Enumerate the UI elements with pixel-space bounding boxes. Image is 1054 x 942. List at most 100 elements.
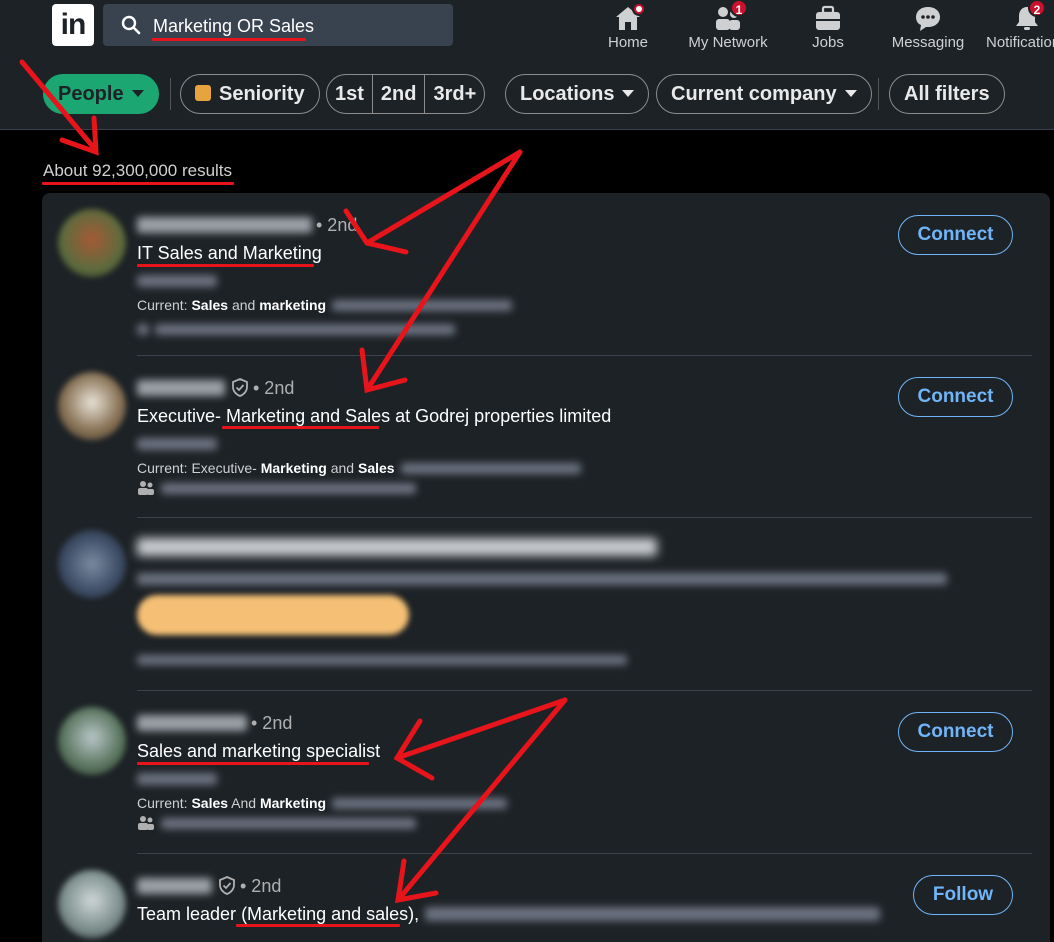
search-input[interactable]: Marketing OR Sales bbox=[153, 16, 314, 37]
current-company-filter-button[interactable]: Current company bbox=[656, 74, 872, 114]
locations-filter-button[interactable]: Locations bbox=[505, 74, 650, 114]
nav-home[interactable]: Home bbox=[600, 0, 656, 58]
current-keyword: Sales bbox=[191, 795, 229, 811]
try-sales-navigator-button[interactable] bbox=[137, 595, 409, 635]
nav-my-network-label: My Network bbox=[688, 34, 768, 51]
home-notification-dot bbox=[632, 2, 646, 16]
follow-button[interactable]: Follow bbox=[913, 875, 1013, 915]
annotation-underline bbox=[137, 762, 369, 765]
current-joiner: And bbox=[228, 795, 260, 811]
connection-degree: • 2nd bbox=[316, 215, 358, 235]
current-keyword: Marketing bbox=[260, 460, 327, 476]
annotation-underline bbox=[152, 38, 306, 41]
blurred-location bbox=[137, 438, 217, 450]
nav-my-network[interactable]: 1 My Network bbox=[684, 0, 772, 58]
premium-icon bbox=[195, 85, 211, 101]
annotation-underline bbox=[42, 182, 234, 185]
chevron-down-icon bbox=[844, 90, 857, 97]
blurred-mutual-text bbox=[155, 324, 455, 335]
blurred-name[interactable] bbox=[137, 878, 212, 894]
result-headline: Sales and marketing specialist bbox=[137, 741, 381, 761]
chevron-down-icon bbox=[131, 90, 144, 97]
blurred-promo-title bbox=[137, 538, 657, 556]
connection-degree-filter: 1st 2nd 3rd+ bbox=[326, 74, 486, 114]
annotation-underline bbox=[236, 924, 400, 927]
result-name-row: • 2nd bbox=[137, 378, 294, 399]
current-keyword: Sales bbox=[357, 460, 395, 476]
result-headline: Executive- Marketing and Sales at Godrej… bbox=[137, 406, 611, 427]
connect-button[interactable]: Connect bbox=[898, 215, 1013, 255]
company-icon bbox=[137, 324, 149, 335]
blurred-promo-text bbox=[137, 573, 947, 585]
blurred-company bbox=[332, 300, 513, 311]
blurred-name[interactable] bbox=[137, 217, 312, 233]
current-prefix: Current: bbox=[137, 297, 192, 313]
promo-compass-icon bbox=[58, 530, 126, 598]
people-icon bbox=[138, 816, 154, 830]
avatar[interactable] bbox=[58, 372, 126, 440]
people-filter-label: People bbox=[58, 83, 124, 105]
blurred-location bbox=[137, 275, 217, 287]
linkedin-logo[interactable]: in bbox=[52, 4, 94, 46]
connect-button[interactable]: Connect bbox=[898, 377, 1013, 417]
avatar[interactable] bbox=[58, 209, 126, 277]
top-navigation: in Marketing OR Sales Home 1 My Network … bbox=[0, 0, 1054, 58]
verified-shield-icon bbox=[232, 378, 248, 397]
current-keyword: marketing bbox=[259, 297, 327, 313]
avatar[interactable] bbox=[58, 707, 126, 775]
connection-degree: • 2nd bbox=[240, 876, 282, 896]
nav-jobs-label: Jobs bbox=[812, 34, 844, 51]
headline-highlight: Marketing and Sales bbox=[226, 406, 391, 426]
current-company-filter-label: Current company bbox=[671, 83, 837, 105]
nav-home-label: Home bbox=[607, 34, 648, 51]
nav-messaging[interactable]: Messaging bbox=[886, 0, 970, 58]
result-headline: IT Sales and Marketing bbox=[137, 243, 322, 263]
all-filters-label: All filters bbox=[904, 83, 990, 105]
notifications-badge: 2 bbox=[1028, 0, 1046, 17]
seniority-filter-button[interactable]: Seniority bbox=[180, 74, 320, 114]
nav-jobs[interactable]: Jobs bbox=[800, 0, 856, 58]
headline-prefix: Executive- bbox=[137, 406, 227, 426]
verified-shield-icon bbox=[219, 876, 235, 895]
connection-degree: • 2nd bbox=[253, 378, 295, 398]
briefcase-icon bbox=[816, 5, 840, 30]
annotation-underline bbox=[137, 264, 314, 267]
current-prefix: Current: bbox=[137, 795, 192, 811]
people-filter-button[interactable]: People bbox=[43, 74, 159, 114]
all-filters-button[interactable]: All filters bbox=[889, 74, 1005, 114]
current-prefix: Current: Executive- bbox=[137, 460, 261, 476]
divider bbox=[137, 517, 1032, 518]
nav-notifications[interactable]: 2 Notifications bbox=[984, 0, 1054, 58]
divider bbox=[137, 355, 1032, 356]
blurred-location bbox=[137, 773, 217, 785]
mutual-connections bbox=[137, 815, 416, 833]
current-joiner: and bbox=[326, 460, 358, 476]
current-joiner: and bbox=[228, 297, 260, 313]
people-icon bbox=[138, 481, 154, 495]
network-badge: 1 bbox=[730, 0, 748, 17]
blurred-name[interactable] bbox=[137, 715, 247, 731]
mutual-connections bbox=[137, 480, 416, 498]
headline-prefix: Team leader bbox=[137, 904, 242, 924]
filter-2nd-button[interactable]: 2nd bbox=[371, 75, 425, 113]
headline-suffix: at Godrej properties limited bbox=[390, 406, 612, 426]
result-name-row: • 2nd bbox=[137, 713, 292, 734]
filter-1st-button[interactable]: 1st bbox=[327, 75, 372, 113]
search-icon bbox=[121, 15, 141, 35]
locations-filter-label: Locations bbox=[520, 83, 615, 105]
filter-3rd-button[interactable]: 3rd+ bbox=[424, 75, 484, 113]
connect-button[interactable]: Connect bbox=[898, 712, 1013, 752]
result-current-position: Current: Executive- Marketing and Sales bbox=[137, 460, 581, 476]
seniority-filter-label: Seniority bbox=[219, 83, 305, 105]
chevron-down-icon bbox=[622, 90, 635, 97]
connection-degree: • 2nd bbox=[251, 713, 293, 733]
blurred-promo-footnote bbox=[137, 655, 627, 665]
blurred-company bbox=[332, 798, 508, 809]
current-keyword: Marketing bbox=[259, 795, 327, 811]
filter-divider bbox=[170, 78, 171, 110]
result-current-position: Current: Sales and marketing bbox=[137, 297, 513, 313]
messaging-icon bbox=[916, 7, 940, 31]
blurred-name[interactable] bbox=[137, 380, 225, 396]
blurred-headline-rest bbox=[425, 907, 881, 921]
avatar[interactable] bbox=[58, 870, 126, 938]
